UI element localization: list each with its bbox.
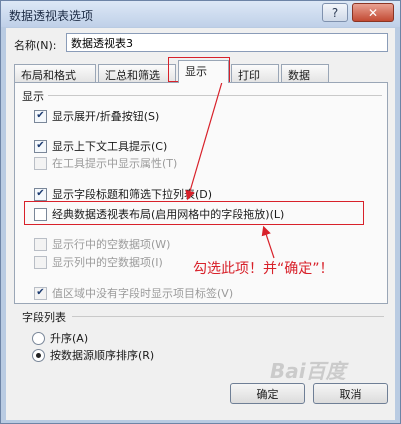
option-show-empty-columns: 显示列中的空数据项(I)	[34, 254, 163, 270]
tab-layout-format[interactable]: 布局和格式	[14, 64, 96, 82]
close-icon: ✕	[367, 5, 379, 20]
option-sort-ascending[interactable]: 升序(A)	[32, 330, 88, 346]
question-mark-icon: ?	[331, 5, 339, 20]
field-list-group-title: 字段列表	[22, 311, 66, 324]
option-label: 显示展开/折叠按钮(S)	[52, 110, 160, 123]
option-show-field-captions[interactable]: ✔ 显示字段标题和筛选下拉列表(D)	[34, 186, 212, 202]
close-button[interactable]: ✕	[352, 3, 394, 22]
checkbox	[34, 237, 47, 251]
radio-button[interactable]	[32, 348, 45, 362]
name-input[interactable]	[66, 33, 388, 52]
tab-strip: 布局和格式 汇总和筛选 显示 打印 数据	[14, 60, 384, 83]
option-show-contextual-tooltips[interactable]: ✔ 显示上下文工具提示(C)	[34, 138, 167, 154]
option-label: 显示行中的空数据项(W)	[52, 238, 171, 251]
divider	[72, 316, 384, 317]
title-bar[interactable]: 数据透视表选项 ? ✕	[1, 1, 400, 27]
option-label: 升序(A)	[50, 332, 89, 345]
option-show-expand-collapse[interactable]: ✔ 显示展开/折叠按钮(S)	[34, 108, 159, 124]
check-icon: ✔	[36, 110, 45, 121]
checkbox[interactable]: ✔	[34, 109, 47, 123]
check-icon: ✔	[36, 140, 45, 151]
radio-dot	[36, 352, 41, 358]
option-show-empty-rows: 显示行中的空数据项(W)	[34, 236, 170, 252]
tab-totals-filters[interactable]: 汇总和筛选	[98, 64, 176, 82]
radio-button[interactable]	[32, 331, 45, 345]
option-sort-data-source-order[interactable]: 按数据源顺序排序(R)	[32, 347, 154, 363]
ok-button[interactable]: 确定	[230, 383, 305, 404]
highlight-box-classic-layout	[24, 201, 364, 225]
cancel-button[interactable]: 取消	[313, 383, 388, 404]
checkbox	[34, 156, 47, 170]
check-icon: ✔	[36, 188, 45, 199]
help-button[interactable]: ?	[322, 3, 348, 22]
option-label: 显示列中的空数据项(I)	[52, 256, 163, 269]
option-show-properties-in-tooltips: 在工具提示中显示属性(T)	[34, 155, 177, 171]
option-show-item-labels: ✔ 值区域中没有字段时显示项目标签(V)	[34, 285, 233, 301]
checkbox[interactable]: ✔	[34, 187, 47, 201]
option-label: 在工具提示中显示属性(T)	[52, 157, 178, 170]
checkbox: ✔	[34, 286, 47, 300]
display-group-title: 显示	[22, 90, 44, 103]
tab-data[interactable]: 数据	[281, 64, 329, 82]
divider	[48, 95, 382, 96]
option-label: 按数据源顺序排序(R)	[50, 349, 155, 362]
checkbox	[34, 255, 47, 269]
checkbox[interactable]: ✔	[34, 139, 47, 153]
option-label: 显示字段标题和筛选下拉列表(D)	[52, 188, 213, 201]
tab-print[interactable]: 打印	[231, 64, 279, 82]
name-label: 名称(N):	[14, 39, 57, 52]
option-label: 值区域中没有字段时显示项目标签(V)	[52, 287, 234, 300]
check-icon: ✔	[36, 287, 45, 298]
tab-display[interactable]: 显示	[178, 60, 229, 83]
dialog-title: 数据透视表选项	[9, 9, 94, 23]
option-label: 显示上下文工具提示(C)	[52, 140, 168, 153]
annotation-note: 勾选此项！并“确定”！	[193, 261, 334, 277]
